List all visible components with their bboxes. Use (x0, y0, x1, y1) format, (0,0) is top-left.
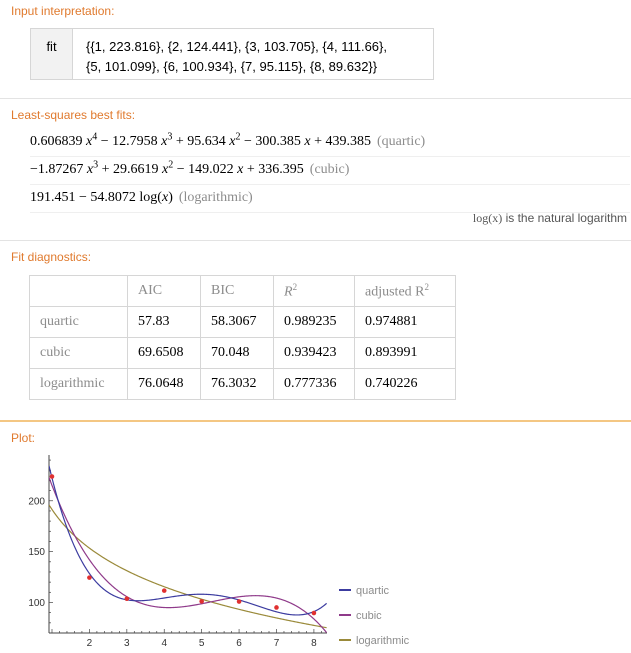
y-tick-label: 200 (28, 496, 45, 507)
x-tick-label: 5 (199, 638, 205, 649)
data-point (236, 599, 242, 604)
cell-r2: 0.939423 (273, 337, 355, 369)
coef: 54.8072 (90, 190, 136, 205)
y-tick-label: 100 (28, 598, 45, 609)
data-point (199, 599, 204, 604)
header-adjusted-r2: adjusted R2 (354, 275, 456, 307)
cell-bic: 70.048 (200, 337, 274, 369)
coef: −1.87267 (30, 162, 84, 177)
logarithmic-curve (49, 504, 327, 629)
coef: 149.022 (188, 162, 234, 177)
diagnostics-table: AIC BIC R2 adjusted R2 quartic 57.83 58.… (29, 275, 456, 400)
x-tick-label: 2 (87, 638, 93, 649)
input-value-line-2: {5, 101.099}, {6, 100.934}, {7, 95.115},… (86, 59, 378, 74)
cell-r2: 0.989235 (273, 306, 355, 338)
cell-r2: 0.777336 (273, 368, 355, 400)
cell-adj: 0.893991 (354, 337, 456, 369)
row-label: cubic (29, 337, 128, 369)
cell-aic: 57.83 (127, 306, 201, 338)
table-row: cubic 69.6508 70.048 0.939423 0.893991 (29, 337, 456, 369)
log-note: log(x) is the natural logarithm (473, 211, 627, 226)
header-aic: AIC (127, 275, 201, 307)
coef: 95.634 (187, 134, 226, 149)
coef: 300.385 (255, 134, 301, 149)
note-arg: (x) (488, 211, 503, 225)
row-label: quartic (29, 306, 128, 338)
data-point (161, 588, 167, 593)
input-label: fit (31, 29, 73, 79)
table-header-row: AIC BIC R2 adjusted R2 (29, 275, 456, 307)
coef: 439.385 (325, 134, 372, 149)
input-table: fit {{1, 223.816}, {2, 124.441}, {3, 103… (30, 28, 434, 80)
header-adj: adjusted R (365, 284, 425, 300)
fit-kind: (quartic) (377, 134, 426, 149)
cell-bic: 58.3067 (200, 306, 274, 338)
data-point (49, 474, 55, 479)
coef: 336.395 (258, 162, 304, 177)
diagnostics-title: Fit diagnostics: (11, 250, 92, 264)
plot-title: Plot: (11, 431, 36, 445)
x-tick-label: 3 (124, 638, 130, 649)
cell-adj: 0.740226 (354, 368, 456, 400)
input-interpretation-title: Input interpretation: (11, 4, 115, 18)
fit-kind: (logarithmic) (178, 190, 253, 205)
fits-title: Least-squares best fits: (11, 108, 136, 122)
cell-adj: 0.974881 (354, 306, 456, 338)
cubic-curve (49, 477, 327, 633)
separator (0, 420, 631, 422)
separator (0, 240, 631, 241)
coef: 29.6619 (113, 162, 159, 177)
y-tick-label: 150 (28, 547, 45, 558)
data-point (274, 605, 279, 610)
legend-label-quartic: quartic (356, 585, 390, 597)
note-text: is the natural logarithm (505, 211, 627, 225)
row-label: logarithmic (29, 368, 128, 400)
data-point (124, 596, 130, 602)
header-bic: BIC (200, 275, 274, 307)
fit-plot: 2 3 4 5 6 7 8 100 150 200 quartic cubic logarithmic (28, 455, 410, 649)
table-row: logarithmic 76.0648 76.3032 0.777336 0.7… (29, 368, 456, 400)
input-value: {{1, 223.816}, {2, 124.441}, {3, 103.705… (73, 29, 387, 79)
coef: 12.7958 (112, 134, 158, 149)
separator (0, 98, 631, 99)
header-r2: R2 (273, 275, 355, 307)
data-point (311, 610, 317, 616)
logarithmic-fit-row: 191.451 − 54.8072 log(x) (logarithmic) (30, 185, 630, 213)
coef: 0.606839 (30, 134, 83, 149)
cubic-fit-row: −1.87267 x3 + 29.6619 x2 − 149.022 x + 3… (30, 157, 630, 185)
x-tick-label: 8 (311, 638, 317, 649)
x-tick-label: 4 (161, 638, 167, 649)
table-row: quartic 57.83 58.3067 0.989235 0.974881 (29, 306, 456, 338)
quartic-curve (49, 465, 327, 616)
cell-aic: 69.6508 (127, 337, 201, 369)
header-r: R (284, 284, 293, 300)
x-tick-label: 7 (274, 638, 280, 649)
legend-label-cubic: cubic (356, 610, 382, 622)
x-tick-label: 6 (236, 638, 242, 649)
data-point (87, 575, 92, 580)
quartic-fit-row: 0.606839 x4 − 12.7958 x3 + 95.634 x2 − 3… (30, 129, 630, 157)
fit-kind: (cubic) (309, 162, 350, 177)
note-log: log (472, 211, 489, 225)
cell-bic: 76.3032 (200, 368, 274, 400)
table-corner (29, 275, 128, 307)
coef: 191.451 (30, 190, 76, 205)
legend-label-logarithmic: logarithmic (356, 635, 410, 647)
input-value-line-1: {{1, 223.816}, {2, 124.441}, {3, 103.705… (86, 39, 387, 54)
cell-aic: 76.0648 (127, 368, 201, 400)
